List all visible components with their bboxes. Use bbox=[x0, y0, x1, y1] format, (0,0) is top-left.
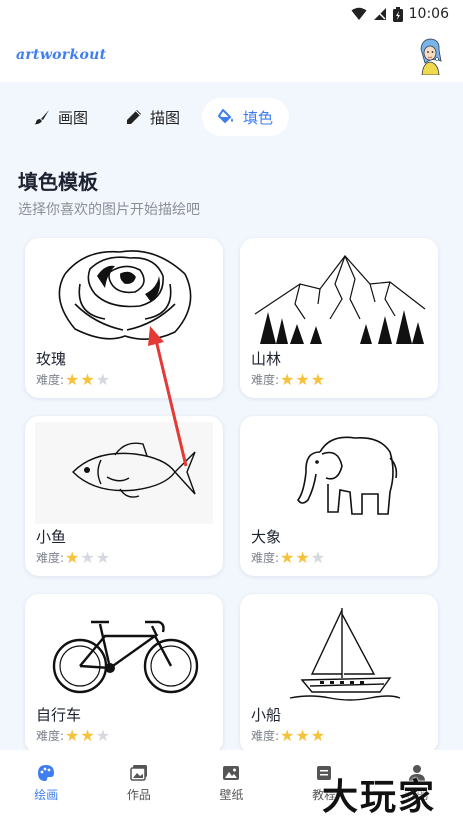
section-subtitle: 选择你喜欢的图片开始描绘吧 bbox=[18, 202, 200, 218]
star-icon: ★ bbox=[310, 547, 326, 567]
status-time: 10:06 bbox=[408, 6, 449, 22]
star-icon: ★ bbox=[95, 369, 111, 389]
watermark: 大玩家 bbox=[322, 777, 437, 818]
difficulty-label: 难度: bbox=[251, 729, 280, 743]
status-bar: 10:06 bbox=[0, 0, 463, 28]
template-card-fish[interactable]: 小鱼 难度: ★ ★ ★ bbox=[25, 416, 223, 576]
difficulty-label: 难度: bbox=[251, 551, 280, 565]
image-icon bbox=[223, 766, 240, 780]
card-name: 小鱼 bbox=[36, 528, 67, 546]
template-card-rose[interactable]: 玫瑰 难度: ★ ★ ★ bbox=[25, 238, 223, 398]
paint-bucket-icon bbox=[218, 109, 234, 124]
star-icon: ★ bbox=[65, 547, 80, 567]
elephant-illustration bbox=[250, 422, 428, 524]
nav-item-works[interactable]: 作品 bbox=[104, 764, 174, 803]
mountain-forest-illustration bbox=[250, 244, 428, 346]
star-icon: ★ bbox=[280, 369, 295, 389]
difficulty-label: 难度: bbox=[36, 373, 65, 387]
difficulty-label: 难度: bbox=[36, 551, 65, 565]
avatar[interactable] bbox=[413, 35, 447, 75]
app-logo: artworkout bbox=[16, 47, 107, 63]
star-icon: ★ bbox=[65, 725, 80, 745]
star-icon: ★ bbox=[80, 547, 95, 567]
tab-trace-label: 描图 bbox=[150, 108, 181, 127]
difficulty-label: 难度: bbox=[251, 373, 280, 387]
pencil-icon bbox=[127, 110, 142, 124]
star-icon: ★ bbox=[310, 725, 326, 745]
card-name: 自行车 bbox=[36, 706, 82, 724]
nav-item-wallpaper[interactable]: 壁纸 bbox=[196, 764, 266, 803]
star-icon: ★ bbox=[310, 369, 326, 389]
sailboat-illustration bbox=[250, 600, 428, 702]
section-title: 填色模板 bbox=[18, 170, 98, 194]
card-name: 小船 bbox=[251, 706, 282, 724]
tab-draw-label: 画图 bbox=[58, 108, 89, 127]
star-icon: ★ bbox=[80, 369, 95, 389]
star-icon: ★ bbox=[95, 547, 111, 567]
app-bar: artworkout bbox=[0, 28, 463, 82]
card-name: 玫瑰 bbox=[36, 350, 67, 368]
difficulty-row: 难度: ★ ★ ★ bbox=[36, 549, 110, 566]
difficulty-row: 难度: ★ ★ ★ bbox=[251, 549, 325, 566]
difficulty-row: 难度: ★ ★ ★ bbox=[251, 371, 325, 388]
star-icon: ★ bbox=[80, 725, 95, 745]
rose-illustration bbox=[35, 244, 213, 346]
difficulty-row: 难度: ★ ★ ★ bbox=[36, 371, 110, 388]
palette-icon bbox=[38, 765, 55, 781]
nav-label: 壁纸 bbox=[219, 788, 244, 802]
signal-icon bbox=[373, 8, 386, 20]
template-card-sailboat[interactable]: 小船 难度: ★ ★ ★ bbox=[240, 594, 438, 754]
template-card-mountain-forest[interactable]: 山林 难度: ★ ★ ★ bbox=[240, 238, 438, 398]
card-name: 大象 bbox=[251, 528, 282, 546]
gallery-icon bbox=[130, 765, 147, 781]
mode-tabs: 画图 描图 填色 bbox=[18, 98, 290, 136]
star-icon: ★ bbox=[65, 369, 80, 389]
tab-draw[interactable]: 画图 bbox=[18, 98, 104, 136]
fish-illustration bbox=[35, 422, 213, 524]
difficulty-row: 难度: ★ ★ ★ bbox=[36, 727, 110, 744]
card-name: 山林 bbox=[251, 350, 282, 368]
tab-fill[interactable]: 填色 bbox=[202, 98, 290, 136]
template-card-elephant[interactable]: 大象 难度: ★ ★ ★ bbox=[240, 416, 438, 576]
bicycle-illustration bbox=[35, 600, 213, 702]
star-icon: ★ bbox=[295, 369, 310, 389]
nav-label: 绘画 bbox=[34, 788, 59, 802]
template-card-bicycle[interactable]: 自行车 难度: ★ ★ ★ bbox=[25, 594, 223, 754]
brush-icon bbox=[34, 110, 49, 125]
tab-fill-label: 填色 bbox=[243, 108, 274, 127]
difficulty-row: 难度: ★ ★ ★ bbox=[251, 727, 325, 744]
nav-item-paint[interactable]: 绘画 bbox=[11, 764, 81, 803]
star-icon: ★ bbox=[295, 725, 310, 745]
star-icon: ★ bbox=[95, 725, 111, 745]
battery-icon bbox=[392, 6, 403, 22]
star-icon: ★ bbox=[280, 725, 295, 745]
star-icon: ★ bbox=[295, 547, 310, 567]
tab-trace[interactable]: 描图 bbox=[110, 98, 196, 136]
wifi-icon bbox=[351, 7, 367, 20]
star-icon: ★ bbox=[280, 547, 295, 567]
difficulty-label: 难度: bbox=[36, 729, 65, 743]
nav-label: 作品 bbox=[126, 788, 151, 802]
